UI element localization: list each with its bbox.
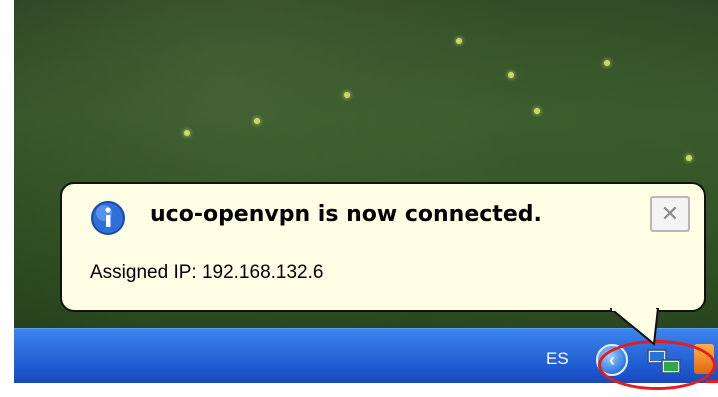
notification-title: uco-openvpn is now connected. [150,202,542,227]
balloon-tail [610,308,660,346]
highlight-mark [706,380,718,383]
notification-body: Assigned IP: 192.168.132.6 [90,262,324,283]
close-button[interactable]: ✕ [650,196,690,232]
desktop: ES ‹ uco-openvpn is now connected. Assig… [0,0,718,397]
info-icon [91,201,125,235]
highlight-circle [598,340,716,390]
language-indicator[interactable]: ES [546,349,569,369]
